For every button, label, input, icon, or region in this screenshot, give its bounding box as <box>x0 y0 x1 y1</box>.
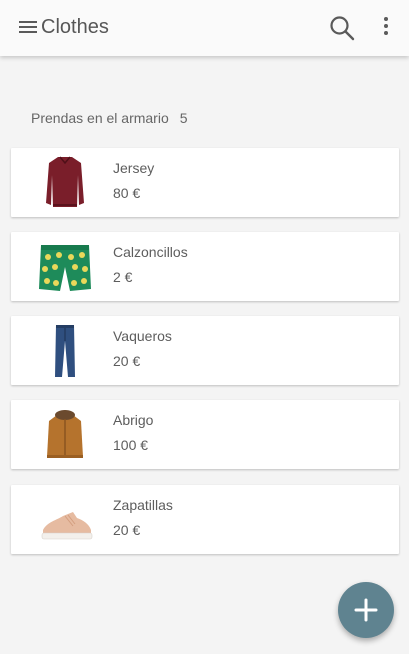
plus-icon <box>354 598 378 622</box>
search-icon[interactable] <box>329 15 355 41</box>
item-price: 20 € <box>113 353 141 369</box>
item-price: 100 € <box>113 437 149 453</box>
list-item[interactable]: Vaqueros 20 € <box>11 316 399 385</box>
sweater-image <box>37 153 93 211</box>
item-name: Calzoncillos <box>113 244 188 260</box>
list-header: Prendas en el armario 5 <box>31 110 188 126</box>
item-name: Zapatillas <box>113 497 173 513</box>
more-vert-icon[interactable] <box>383 17 389 37</box>
sneakers-image <box>37 490 93 548</box>
list-item[interactable]: Jersey 80 € <box>11 148 399 217</box>
item-name: Abrigo <box>113 412 154 428</box>
add-item-button[interactable] <box>338 582 394 638</box>
app-bar: Clothes <box>0 0 409 56</box>
list-item[interactable]: Calzoncillos 2 € <box>11 232 399 301</box>
jeans-image <box>37 321 93 379</box>
item-name: Jersey <box>113 160 155 176</box>
item-price: 80 € <box>113 185 141 201</box>
coat-image <box>37 405 93 463</box>
page-title: Clothes <box>41 16 109 38</box>
list-header-label: Prendas en el armario <box>31 110 169 126</box>
list-item[interactable]: Zapatillas 20 € <box>11 485 399 554</box>
list-item[interactable]: Abrigo 100 € <box>11 400 399 469</box>
menu-icon[interactable] <box>19 19 39 35</box>
item-count: 5 <box>179 110 188 126</box>
item-price: 20 € <box>113 522 141 538</box>
item-name: Vaqueros <box>113 328 172 344</box>
boxer-shorts-image <box>37 237 93 295</box>
item-price: 2 € <box>113 269 133 285</box>
